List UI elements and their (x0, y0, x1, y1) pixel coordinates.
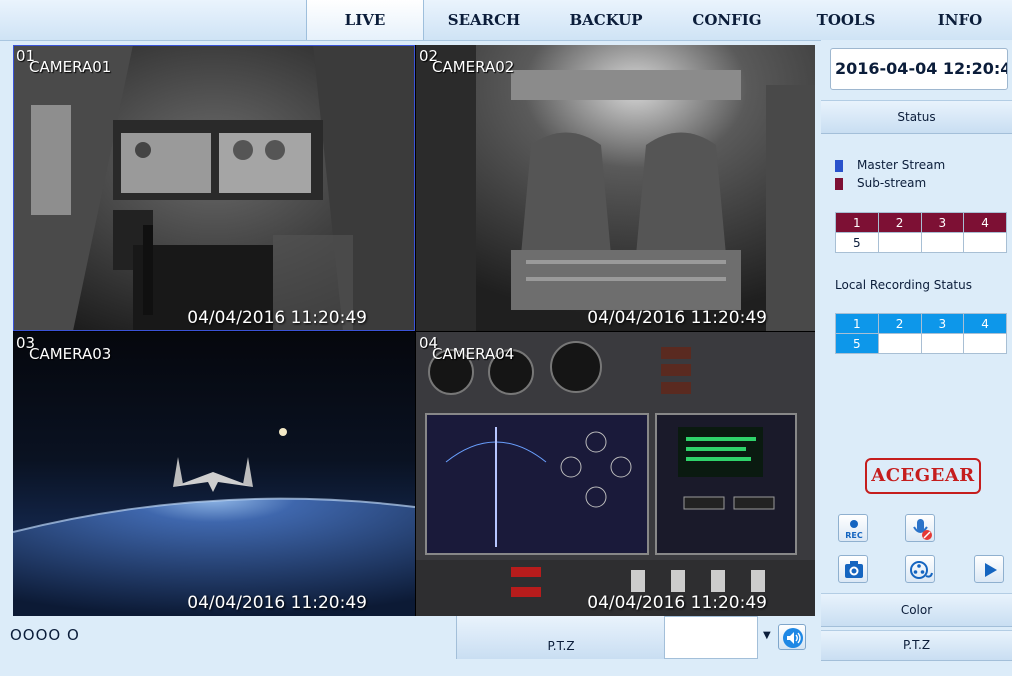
tab-config[interactable]: CONFIG (670, 0, 784, 40)
camera-name: CAMERA01 (29, 58, 112, 76)
video-grid: 01 CAMERA01 04/04/2016 11:20:49 02 CAMER… (13, 45, 815, 616)
camera-timestamp: 04/04/2016 11:20:49 (587, 308, 767, 328)
legend-label: Master Stream (857, 158, 946, 172)
side-panel: 2016-04-04 12:20:48 Status Master Stream… (821, 40, 1012, 661)
camera-timestamp: 04/04/2016 11:20:49 (187, 593, 367, 613)
stream-channel-empty (963, 232, 1007, 253)
acegear-logo: ACEGEAR (865, 458, 981, 494)
recording-channel-2[interactable]: 2 (877, 313, 922, 334)
camera-icon (845, 561, 863, 578)
tab-info[interactable]: INFO (910, 0, 1010, 40)
speaker-icon (783, 628, 803, 648)
stream-channel-empty (877, 232, 922, 253)
rec-icon: REC (845, 520, 863, 540)
recording-channel-grid: 1 2 3 4 5 (835, 313, 1007, 354)
color-button[interactable]: Color (821, 593, 1012, 627)
camera-feed-3 (13, 332, 415, 616)
top-nav-bar: LIVE SEARCH BACKUP CONFIG TOOLS INFO (0, 0, 1012, 41)
chevron-down-icon[interactable]: ▼ (763, 626, 773, 646)
film-reel-icon (910, 561, 933, 579)
volume-button[interactable] (778, 624, 806, 650)
camera-feed-2 (416, 45, 815, 331)
tab-backup[interactable]: BACKUP (546, 0, 666, 40)
master-stream-swatch (835, 160, 843, 172)
camera-tile-2[interactable]: 02 CAMERA02 04/04/2016 11:20:49 (416, 45, 815, 331)
tab-live[interactable]: LIVE (306, 0, 424, 40)
camera-timestamp: 04/04/2016 11:20:49 (587, 593, 767, 613)
microphone-muted-icon (913, 519, 932, 540)
recording-channel-empty (963, 333, 1007, 354)
recording-channel-4[interactable]: 4 (963, 313, 1007, 334)
play-button[interactable] (974, 555, 1004, 583)
snapshot-button[interactable] (838, 555, 868, 583)
camera-name: CAMERA04 (432, 345, 515, 363)
stream-channel-1[interactable]: 1 (835, 212, 879, 233)
stream-channel-2[interactable]: 2 (877, 212, 922, 233)
recording-channel-empty (920, 333, 965, 354)
rec-icon-label: REC (845, 531, 863, 540)
camera-name: CAMERA02 (432, 58, 515, 76)
volume-field[interactable] (664, 616, 758, 659)
playback-reel-button[interactable] (905, 555, 935, 583)
bottom-bar: OOOO O P.T.Z ▼ (0, 616, 821, 659)
camera-feed-1 (13, 45, 415, 331)
status-button[interactable]: Status (821, 100, 1012, 134)
side-ptz-button[interactable]: P.T.Z (821, 630, 1012, 661)
legend-label: Sub-stream (857, 176, 927, 190)
recording-channel-empty (877, 333, 922, 354)
camera-feed-4 (416, 332, 815, 616)
datetime-display: 2016-04-04 12:20:48 (830, 48, 1008, 90)
stream-channel-grid: 1 2 3 4 5 (835, 212, 1007, 253)
stream-channel-4[interactable]: 4 (963, 212, 1007, 233)
page-dots[interactable]: OOOO O (10, 626, 80, 644)
stream-channel-3[interactable]: 3 (920, 212, 965, 233)
recording-channel-5[interactable]: 5 (835, 333, 879, 354)
tab-tools[interactable]: TOOLS (791, 0, 901, 40)
tab-search[interactable]: SEARCH (427, 0, 541, 40)
camera-tile-3[interactable]: 03 CAMERA03 04/04/2016 11:20:49 (13, 332, 415, 616)
local-recording-title: Local Recording Status (835, 278, 972, 292)
camera-tile-4[interactable]: 04 CAMERA04 04/04/2016 11:20:49 (416, 332, 815, 616)
ptz-button[interactable]: P.T.Z (456, 616, 665, 659)
mute-audio-button[interactable] (905, 514, 935, 542)
recording-channel-3[interactable]: 3 (920, 313, 965, 334)
stream-channel-empty (920, 232, 965, 253)
camera-timestamp: 04/04/2016 11:20:49 (187, 308, 367, 328)
sub-stream-swatch (835, 178, 843, 190)
recording-channel-1[interactable]: 1 (835, 313, 879, 334)
camera-name: CAMERA03 (29, 345, 112, 363)
camera-tile-1[interactable]: 01 CAMERA01 04/04/2016 11:20:49 (13, 45, 415, 331)
play-icon (985, 563, 997, 577)
record-button[interactable]: REC (838, 514, 868, 542)
stream-channel-5[interactable]: 5 (835, 232, 879, 253)
